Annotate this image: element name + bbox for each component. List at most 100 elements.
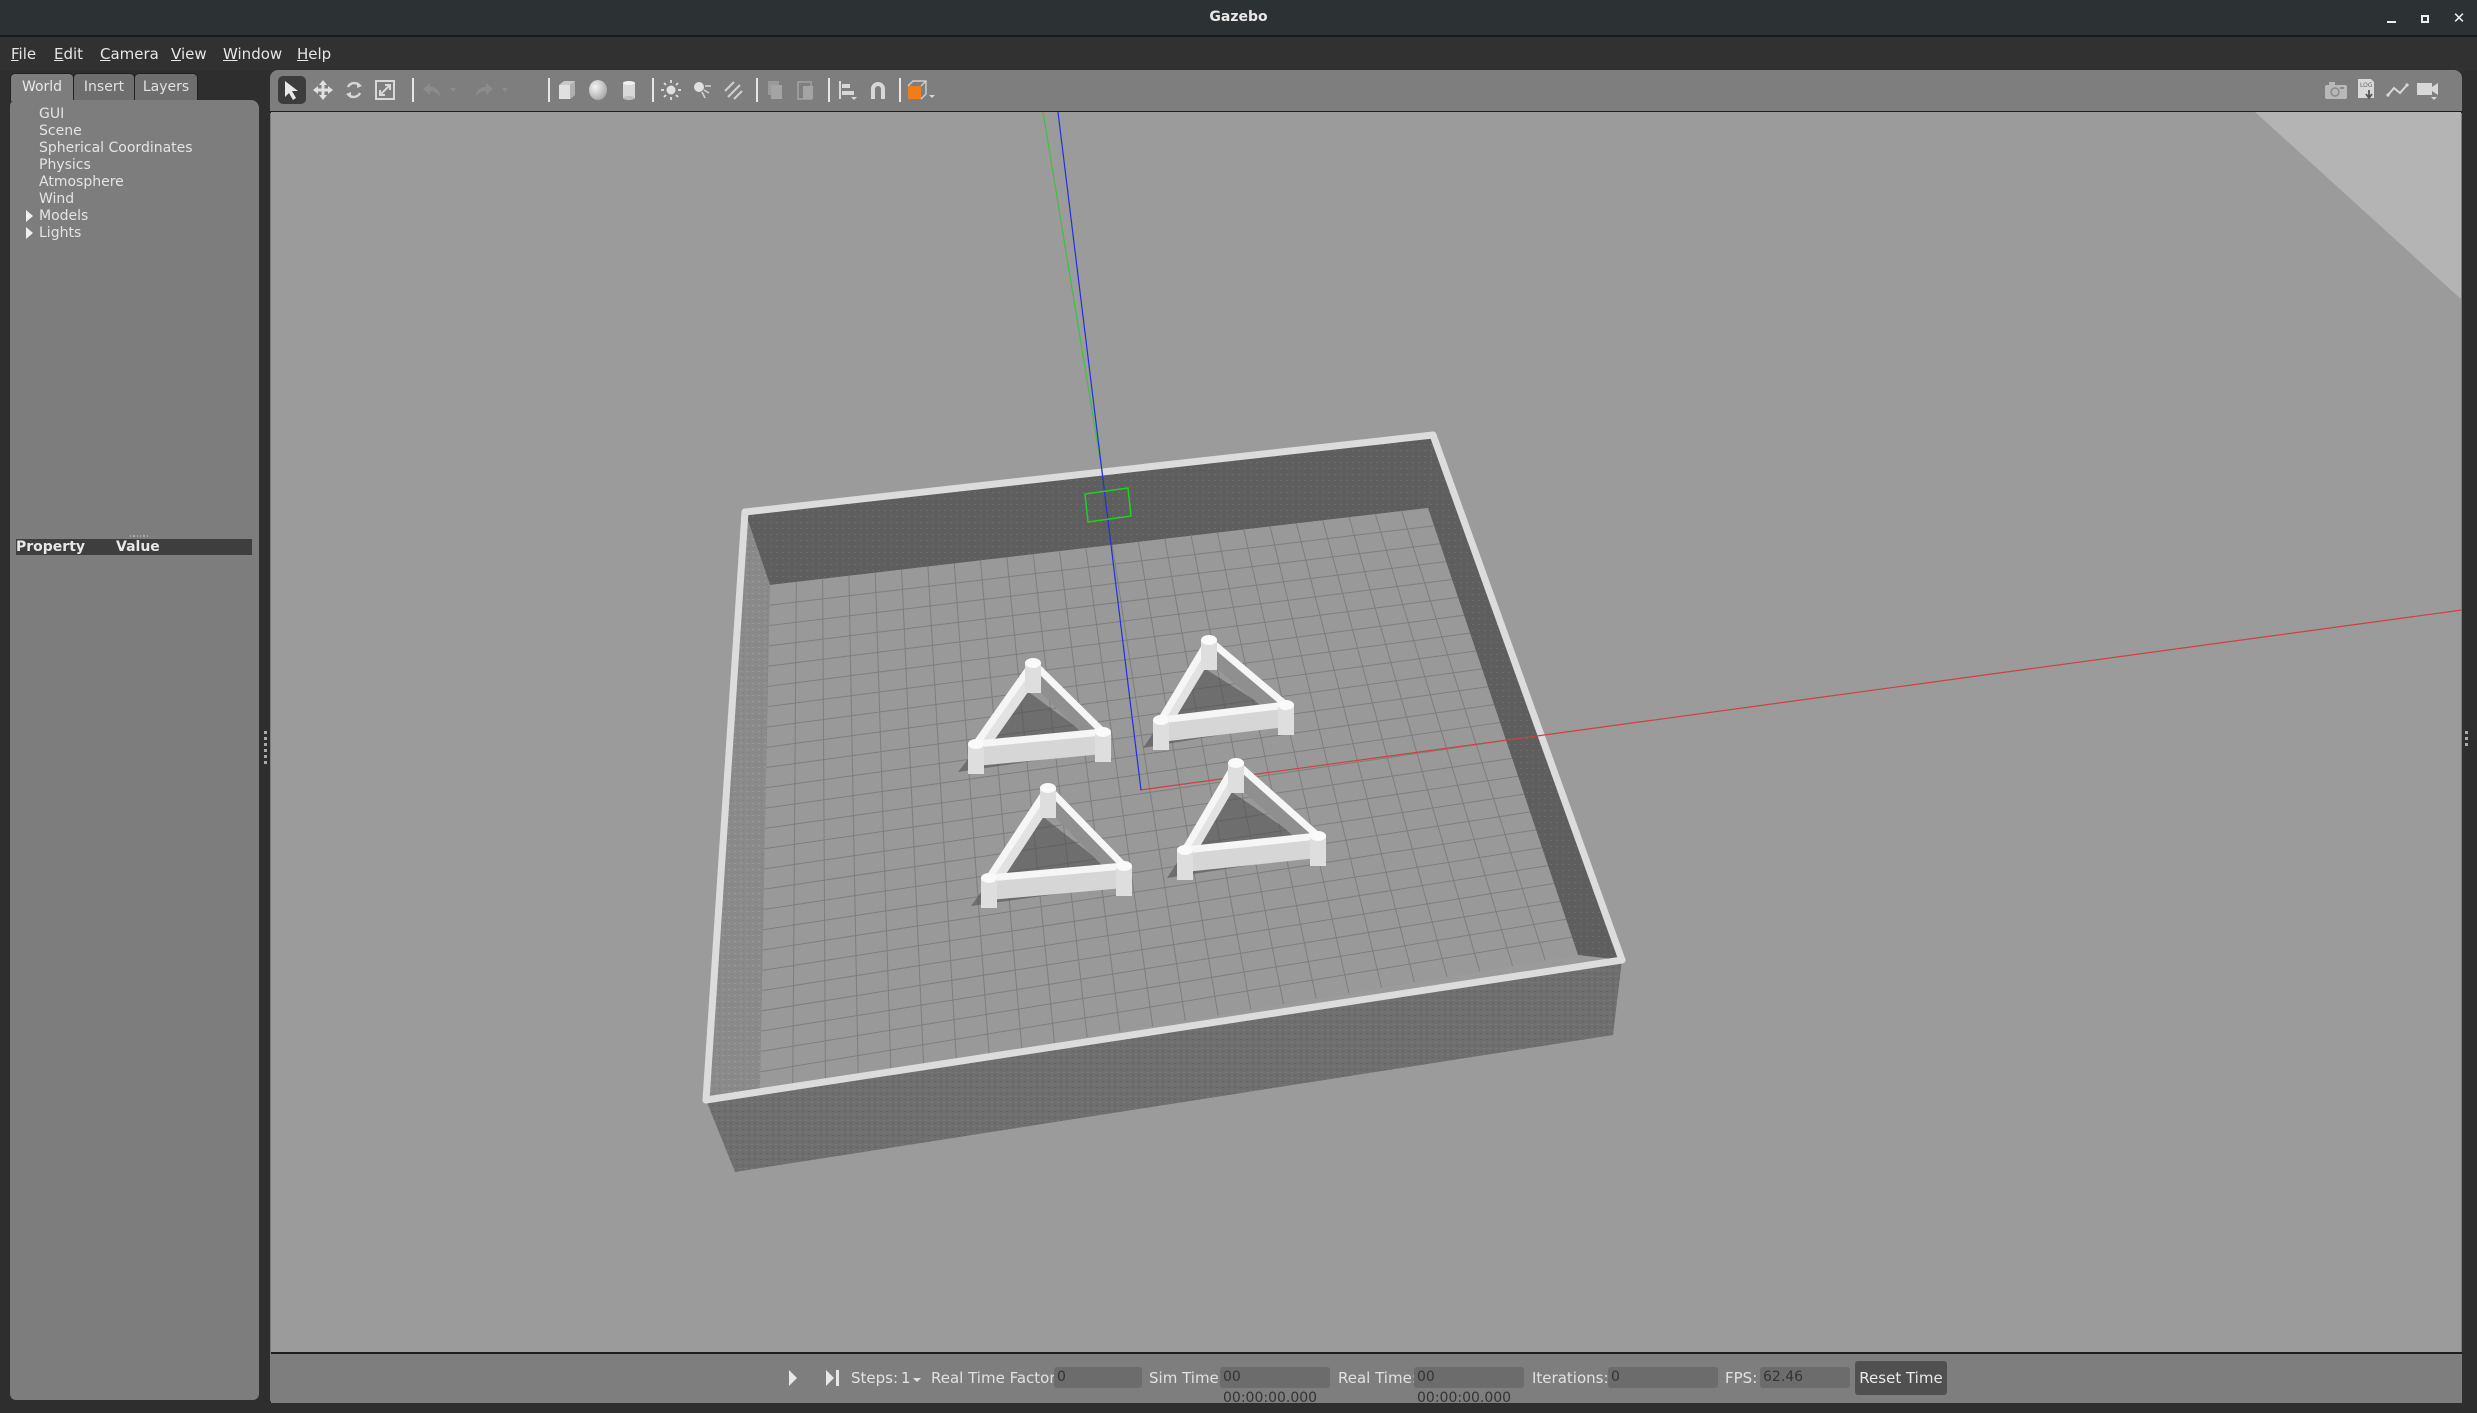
real-time-value: 00 00:00:00.000 — [1414, 1367, 1524, 1406]
steps-value[interactable]: 1 — [901, 1369, 911, 1387]
point-light-button[interactable] — [657, 76, 685, 104]
view-angle-button[interactable] — [904, 76, 940, 104]
obstacle-post-cap — [1177, 845, 1193, 855]
left-splitter-handle[interactable] — [264, 731, 267, 767]
step-button[interactable] — [826, 1370, 839, 1389]
maximize-button[interactable] — [2414, 8, 2436, 28]
obstacle-post-cap — [1153, 715, 1169, 725]
expand-arrow-icon[interactable] — [26, 227, 33, 239]
obstacle-post-cap — [981, 873, 997, 883]
box-shape-button[interactable] — [553, 76, 581, 104]
menu-help[interactable]: Help — [297, 45, 331, 63]
redo-history-dropdown[interactable] — [498, 76, 512, 104]
tree-item-atmosphere[interactable]: Atmosphere — [39, 174, 124, 190]
obstacle-post-cap — [1310, 831, 1326, 841]
iterations-label: Iterations: — [1532, 1369, 1609, 1387]
property-table-header: Property Value — [16, 539, 252, 555]
undo-button[interactable] — [418, 76, 446, 104]
sphere-shape-button[interactable] — [584, 76, 612, 104]
close-icon: ✕ — [2452, 9, 2466, 27]
scale-mode-button[interactable] — [371, 76, 399, 104]
copy-button[interactable] — [761, 76, 789, 104]
obstacle-post-cap — [1201, 635, 1217, 645]
play-button[interactable] — [789, 1370, 797, 1386]
right-splitter-handle[interactable] — [2465, 731, 2468, 749]
reset-time-button[interactable]: Reset Time — [1855, 1361, 1947, 1395]
obstacle-post-cap — [1116, 861, 1132, 871]
rtf-label: Real Time Factor: — [931, 1369, 1061, 1387]
tree-item-gui[interactable]: GUI — [39, 106, 64, 122]
tree-item-lights[interactable]: Lights — [39, 225, 81, 241]
step-forward-icon — [826, 1370, 834, 1386]
spotlight-icon — [694, 82, 711, 99]
rotate-mode-button[interactable] — [340, 76, 368, 104]
select-mode-button[interactable] — [278, 76, 306, 104]
close-button[interactable]: ✕ — [2448, 8, 2470, 28]
tab-insert[interactable]: Insert — [73, 73, 135, 101]
scale-icon — [375, 80, 395, 100]
world-panel — [10, 100, 259, 1400]
svg-text:LOG: LOG — [2360, 82, 2373, 89]
sim-time-label: Sim Time: — [1149, 1369, 1224, 1387]
rtf-value: 0 — [1054, 1367, 1142, 1388]
menu-window[interactable]: Window — [223, 45, 282, 63]
log-file-icon: LOG — [2358, 79, 2374, 100]
sky-corner — [2255, 112, 2461, 300]
screenshot-button[interactable] — [2322, 76, 2350, 104]
obstacle-post-cap — [968, 739, 984, 749]
steps-dropdown-icon[interactable] — [913, 1378, 921, 1382]
window-titlebar: Gazebo ✕ — [0, 0, 2477, 37]
simulation-control-bar: Steps: 1 Real Time Factor: 0 Sim Time: 0… — [271, 1352, 2462, 1406]
sphere-icon — [589, 80, 607, 100]
tab-layers[interactable]: Layers — [134, 73, 198, 101]
tree-item-spherical-coordinates[interactable]: Spherical Coordinates — [39, 140, 193, 156]
plot-button[interactable] — [2384, 76, 2412, 104]
snap-button[interactable] — [864, 76, 892, 104]
real-time-label: Real Time: — [1338, 1369, 1417, 1387]
copy-icon — [768, 81, 782, 99]
video-camera-icon — [2417, 83, 2438, 100]
record-video-button[interactable] — [2415, 76, 2443, 104]
menu-edit[interactable]: Edit — [54, 45, 83, 63]
camera-icon — [2325, 82, 2347, 99]
cylinder-shape-button[interactable] — [615, 76, 643, 104]
log-button[interactable]: LOG — [2353, 76, 2381, 104]
menu-bar: File Edit Camera View Window Help — [0, 37, 2477, 71]
tree-item-physics[interactable]: Physics — [39, 157, 91, 173]
undo-icon — [423, 83, 440, 97]
undo-history-dropdown[interactable] — [446, 76, 460, 104]
3d-viewport[interactable] — [271, 112, 2461, 1352]
directional-light-button[interactable] — [719, 76, 747, 104]
magnet-icon — [871, 82, 885, 99]
tree-item-wind[interactable]: Wind — [39, 191, 74, 207]
spot-light-button[interactable] — [688, 76, 716, 104]
redo-button[interactable] — [470, 76, 498, 104]
chevron-down-icon — [502, 88, 508, 92]
steps-label: Steps: — [851, 1369, 899, 1387]
expand-arrow-icon[interactable] — [26, 210, 33, 222]
menu-file[interactable]: File — [11, 45, 36, 63]
tab-world[interactable]: World — [10, 73, 74, 101]
rotate-icon — [346, 81, 362, 99]
obstacle-post-cap — [1278, 700, 1294, 710]
paste-button[interactable] — [792, 76, 820, 104]
fps-label: FPS: — [1725, 1369, 1758, 1387]
window-title: Gazebo — [1209, 9, 1268, 25]
menu-camera[interactable]: Camera — [100, 45, 159, 63]
minimize-button[interactable] — [2380, 8, 2402, 28]
tree-item-scene[interactable]: Scene — [39, 123, 82, 139]
tree-item-models[interactable]: Models — [39, 208, 88, 224]
directional-light-icon — [724, 81, 743, 100]
maximize-icon — [2421, 15, 2429, 23]
value-column-header: Value — [116, 539, 160, 555]
translate-mode-button[interactable] — [309, 76, 337, 104]
menu-view[interactable]: View — [171, 45, 207, 63]
sun-icon — [661, 80, 681, 100]
redo-icon — [476, 83, 493, 97]
cylinder-icon — [623, 81, 635, 100]
fps-value: 62.46 — [1760, 1367, 1850, 1388]
panel-splitter-handle[interactable] — [130, 535, 148, 538]
align-button[interactable] — [833, 76, 861, 104]
sim-time-value: 00 00:00:00.000 — [1220, 1367, 1330, 1406]
iterations-value: 0 — [1608, 1367, 1718, 1388]
